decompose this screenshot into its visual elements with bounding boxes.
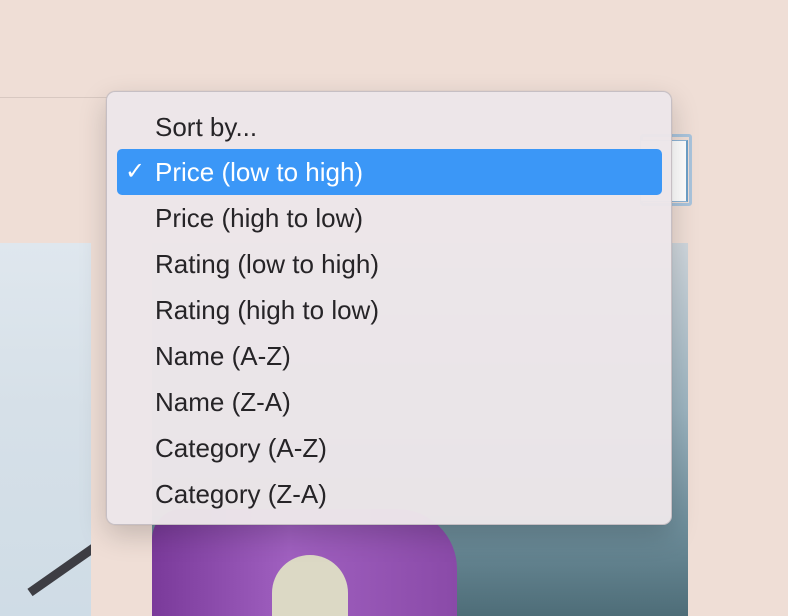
product-image-detail (27, 537, 91, 597)
header-divider (0, 97, 108, 98)
sort-option-name-a-z[interactable]: Name (A-Z) (117, 333, 662, 379)
sort-option-label: Rating (low to high) (155, 249, 379, 279)
sort-option-rating-low-high[interactable]: Rating (low to high) (117, 241, 662, 287)
sort-option-price-high-low[interactable]: Price (high to low) (117, 195, 662, 241)
checkmark-icon: ✓ (125, 158, 146, 185)
sort-option-label: Price (low to high) (155, 157, 364, 187)
sort-option-label: Category (A-Z) (155, 433, 327, 463)
sort-option-label: Name (A-Z) (155, 341, 291, 371)
sort-option-rating-high-low[interactable]: Rating (high to low) (117, 287, 662, 333)
sort-option-label: Rating (high to low) (155, 295, 379, 325)
sort-option-label: Name (Z-A) (155, 387, 291, 417)
sort-option-default[interactable]: Sort by... (117, 104, 662, 150)
product-card-image-left[interactable] (0, 243, 91, 616)
sort-option-label: Category (Z-A) (155, 479, 327, 509)
sort-option-price-low-high[interactable]: ✓ Price (low to high) (117, 149, 662, 195)
sort-option-label: Price (high to low) (155, 203, 364, 233)
sort-option-category-a-z[interactable]: Category (A-Z) (117, 425, 662, 471)
sort-option-category-z-a[interactable]: Category (Z-A) (117, 471, 662, 517)
sort-option-name-z-a[interactable]: Name (Z-A) (117, 379, 662, 425)
sort-dropdown-menu: Sort by... ✓ Price (low to high) Price (… (106, 91, 672, 525)
sort-option-label: Sort by... (155, 112, 258, 142)
